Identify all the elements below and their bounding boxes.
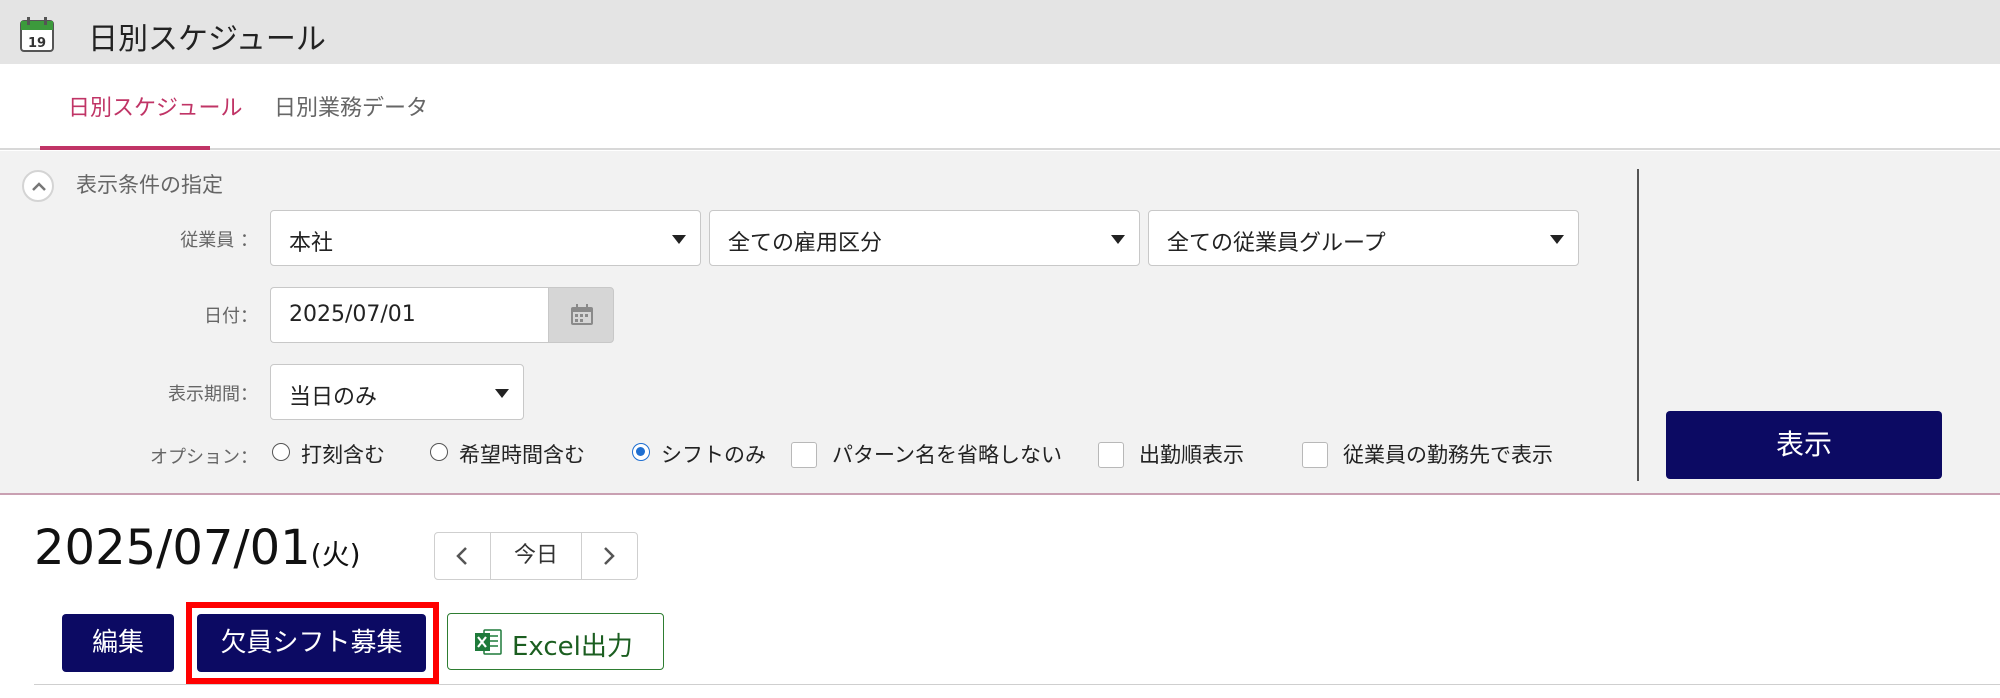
title-bar: 19 日別スケジュール [0,0,2000,64]
edit-button[interactable]: 編集 [62,614,174,672]
employee-group-select-value: 全ての従業員グループ [1167,231,1386,256]
office-select[interactable]: 本社 [270,210,701,266]
app-title: 日別スケジュール [88,22,326,57]
period-select[interactable]: 当日のみ [270,364,524,420]
date-input[interactable]: 2025/07/01 [270,287,548,343]
today-button[interactable]: 今日 [491,533,581,579]
checkbox-show-by-workplace[interactable] [1302,442,1328,468]
svg-text:19: 19 [28,36,46,51]
caret-down-icon [1111,235,1125,244]
current-date: 2025/07/01 [34,520,311,576]
chevron-up-icon [32,182,46,191]
excel-icon [475,629,502,655]
checkbox-show-by-workplace-label: 従業員の勤務先で表示 [1343,443,1553,467]
excel-export-label: Excel出力 [512,632,633,662]
checkbox-full-pattern-name[interactable] [791,442,817,468]
option-label: オプション： [150,447,258,468]
previous-day-button[interactable] [435,533,491,579]
caret-down-icon [1550,235,1564,244]
filter-panel-title: 表示条件の指定 [76,173,223,197]
content-divider [34,684,2000,685]
period-label: 表示期間： [168,384,258,405]
next-day-button[interactable] [581,533,637,579]
date-label: 日付： [204,306,258,327]
chevron-right-icon [604,547,615,565]
period-select-value: 当日のみ [289,385,378,410]
filter-panel: 表示条件の指定 従業員 ： 本社 全ての雇用区分 全ての従業員グループ 日付： … [0,151,2000,495]
checkbox-full-pattern-name-label: パターン名を省略しない [832,443,1062,467]
radio-shift-only[interactable] [632,443,650,461]
employment-type-select-value: 全ての雇用区分 [728,231,883,256]
caret-down-icon [672,235,686,244]
employment-type-select[interactable]: 全ての雇用区分 [709,210,1140,266]
collapse-button[interactable] [22,170,54,202]
radio-include-punch-label: 打刻含む [301,443,385,467]
calendar-icon [571,304,593,325]
caret-down-icon [495,389,509,398]
panel-divider [1637,169,1639,481]
office-select-value: 本社 [289,231,334,256]
checkbox-attendance-order[interactable] [1098,442,1124,468]
chevron-left-icon [456,547,467,565]
tab-daily-work-data[interactable]: 日別業務データ [274,90,428,122]
radio-include-punch[interactable] [272,443,290,461]
active-tab-indicator [40,146,210,150]
excel-export-button[interactable]: Excel出力 [447,613,664,670]
calendar-picker-button[interactable] [548,287,614,343]
radio-include-desired-time[interactable] [430,443,448,461]
show-button[interactable]: 表示 [1666,411,1942,479]
date-navigation: 今日 [434,532,638,580]
radio-shift-only-label: シフトのみ [661,443,766,467]
tab-bar: 日別スケジュール 日別業務データ [0,64,2000,150]
checkbox-attendance-order-label: 出勤順表示 [1139,443,1244,467]
vacancy-shift-recruit-button[interactable]: 欠員シフト募集 [197,614,426,672]
calendar-icon: 19 [20,17,54,52]
radio-include-desired-time-label: 希望時間含む [459,443,585,467]
date-heading: 2025/07/01(火) [34,520,361,576]
weekday: (火) [310,538,361,571]
employee-group-select[interactable]: 全ての従業員グループ [1148,210,1579,266]
tab-daily-schedule[interactable]: 日別スケジュール [68,90,242,122]
employee-label: 従業員 ： [180,230,258,251]
